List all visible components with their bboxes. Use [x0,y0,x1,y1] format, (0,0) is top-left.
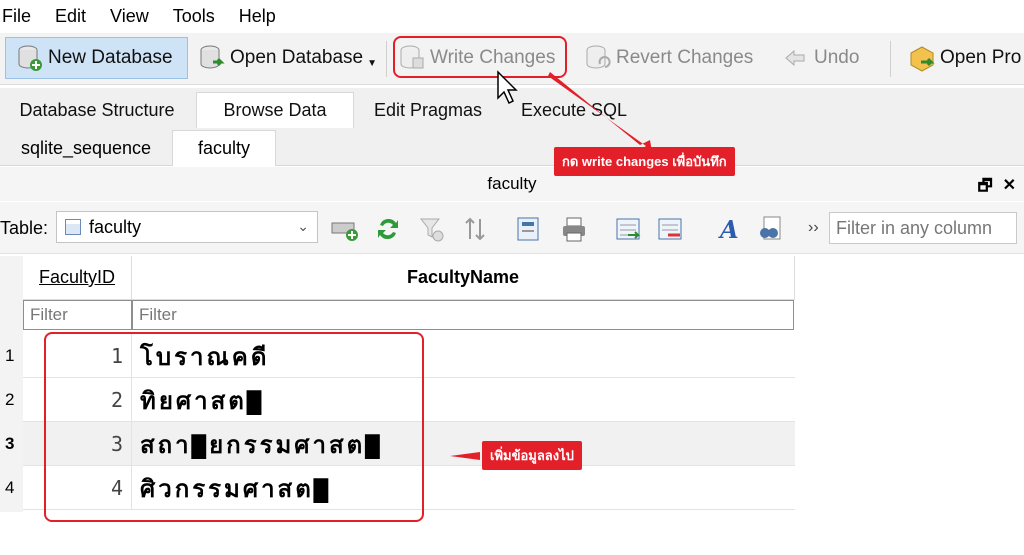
add-data-callout: เพิ่มข้อมูลลงไป [482,441,582,470]
mouse-cursor-icon [497,70,518,105]
write-changes-callout: กด write changes เพื่อบันทึก [554,147,735,176]
